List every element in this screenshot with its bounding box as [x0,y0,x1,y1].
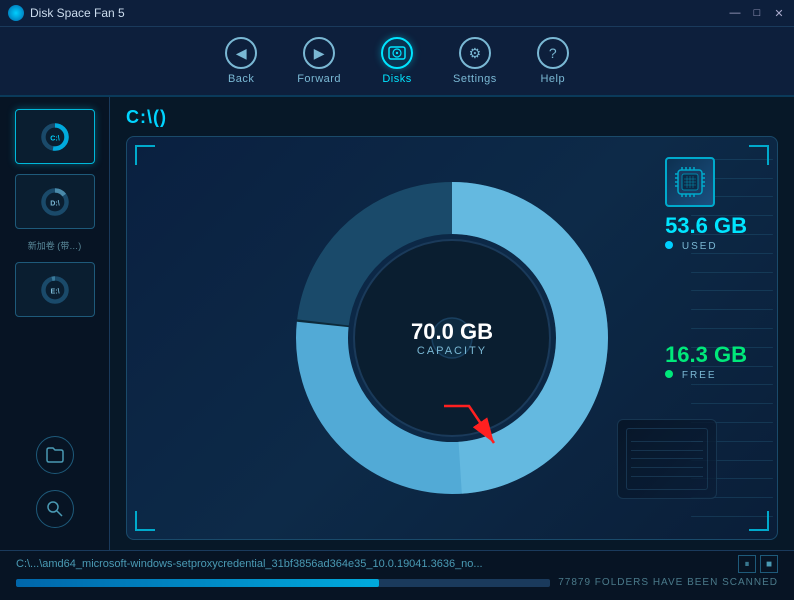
sidebar-drive-e[interactable]: E:\ [15,262,95,317]
donut-center-text: 70.0 GB CAPACITY [411,319,493,357]
used-dot [665,241,673,249]
toolbar-settings[interactable]: ⚙ Settings [453,37,497,85]
disk-hardware-panel [617,419,717,499]
back-icon: ◀ [225,37,257,69]
used-value: 53.6 GB [665,213,747,239]
folder-icon-button[interactable] [36,436,74,474]
disk-visualization: 70.0 GB CAPACITY [126,136,778,540]
red-arrow [439,401,499,459]
app-title: Disk Space Fan 5 [30,6,728,20]
svg-text:E:\: E:\ [50,287,59,295]
chip-icon [665,157,715,207]
free-dot [665,370,673,378]
help-icon: ? [537,37,569,69]
free-value: 16.3 GB [665,342,747,368]
capacity-value: 70.0 GB [411,319,493,345]
back-label: Back [228,73,254,85]
pause-button[interactable]: ⏸ [738,555,756,573]
breadcrumb: C:\() [126,107,778,128]
used-label: USED [665,241,718,252]
content-area: C:\() [110,97,794,550]
sidebar: C:\ D:\ 新加卷 (带…) E:\ [0,97,110,550]
disks-icon [381,37,413,69]
minimize-button[interactable]: — [728,7,742,19]
progress-bar-fill [16,579,379,587]
corner-tr [749,145,769,165]
stats-panel: 53.6 GB USED 16.3 GB FREE [665,157,747,381]
app-icon [8,5,24,21]
capacity-label: CAPACITY [411,345,493,357]
sidebar-drive-c[interactable]: C:\ [15,109,95,164]
corner-bl [135,511,155,531]
window-controls: — □ ✕ [728,7,786,19]
close-button[interactable]: ✕ [772,7,786,19]
toolbar-back[interactable]: ◀ Back [225,37,257,85]
disks-label: Disks [382,73,411,85]
sidebar-drive-d[interactable]: D:\ [15,174,95,229]
current-file-path: C:\...\amd64_microsoft-windows-setproxyc… [16,558,730,570]
scan-controls: ⏸ ■ [738,555,778,573]
status-file-row: C:\...\amd64_microsoft-windows-setproxyc… [16,555,778,573]
corner-tl [135,145,155,165]
forward-label: Forward [297,73,341,85]
title-bar: Disk Space Fan 5 — □ ✕ [0,0,794,27]
progress-bar-background [16,579,550,587]
help-label: Help [540,73,565,85]
settings-icon: ⚙ [459,37,491,69]
status-bar: C:\...\amd64_microsoft-windows-setproxyc… [0,550,794,600]
toolbar-disks[interactable]: Disks [381,37,413,85]
progress-row: 77879 FOLDERS HAVE BEEN SCANNED [16,577,778,588]
corner-br [749,511,769,531]
free-stat: 16.3 GB FREE [665,342,747,381]
forward-icon: ▶ [303,37,335,69]
maximize-button[interactable]: □ [750,7,764,19]
settings-label: Settings [453,73,497,85]
main-layout: C:\ D:\ 新加卷 (带…) E:\ [0,97,794,550]
sidebar-bottom [36,436,74,538]
used-stat: 53.6 GB USED [665,157,747,252]
free-label: FREE [665,370,716,381]
toolbar: ◀ Back ▶ Forward Disks ⚙ Settings ? Help [0,27,794,97]
toolbar-forward[interactable]: ▶ Forward [297,37,341,85]
stop-button[interactable]: ■ [760,555,778,573]
new-volume-label: 新加卷 (带…) [15,239,95,252]
search-icon-button[interactable] [36,490,74,528]
toolbar-help[interactable]: ? Help [537,37,569,85]
svg-text:C:\: C:\ [50,134,60,142]
scan-status-text: 77879 FOLDERS HAVE BEEN SCANNED [558,577,778,588]
svg-text:D:\: D:\ [50,199,60,207]
